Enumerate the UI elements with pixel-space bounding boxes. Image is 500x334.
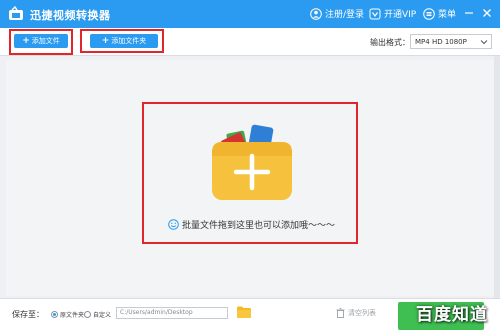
scrollbar-track [494,56,500,298]
radio-custom[interactable] [84,311,91,318]
radio-source-folder-label: 原文件夹 [60,312,85,319]
radio-source-folder[interactable] [51,311,58,318]
menu-button[interactable]: 菜单 [423,7,456,20]
app-logo-icon [9,6,23,20]
clear-list-button[interactable]: 清空列表 [336,308,376,318]
login-label: 注册/登录 [325,10,365,20]
vip-button[interactable]: 开通VIP [369,7,416,20]
folder-icon[interactable] [236,305,252,319]
login-button[interactable]: 注册/登录 [310,7,364,20]
highlight-box-drop-area [142,102,358,244]
save-to-label: 保存至： [12,310,44,319]
app-window: 迅捷视频转换器 注册/登录 开通VIP 菜单 + 添加文件 + 添加文件夹 输出… [0,0,500,334]
app-title: 迅捷视频转换器 [30,9,111,22]
chevron-down-icon [480,40,488,45]
highlight-box-add-folder [80,29,164,53]
menu-label: 菜单 [438,10,457,20]
menu-icon [423,7,435,20]
close-icon[interactable] [480,6,494,20]
output-path-input[interactable]: C:/Users/admin/Desktop [116,307,228,319]
highlight-box-add-file [9,29,73,55]
radio-custom-label: 自定义 [93,312,112,319]
watermark-text: 百度知道 [416,305,488,325]
trash-icon [336,308,345,318]
vip-label: 开通VIP [384,10,417,20]
user-icon [310,7,322,20]
vip-icon [369,8,381,19]
output-format-value: MP4 HD 1080P [415,37,467,46]
output-format-select[interactable]: MP4 HD 1080P [410,34,492,49]
minimize-icon[interactable] [462,6,476,20]
output-format-label: 输出格式： [370,38,410,47]
title-bar: 迅捷视频转换器 注册/登录 开通VIP 菜单 [0,0,500,28]
clear-list-label: 清空列表 [348,309,376,317]
